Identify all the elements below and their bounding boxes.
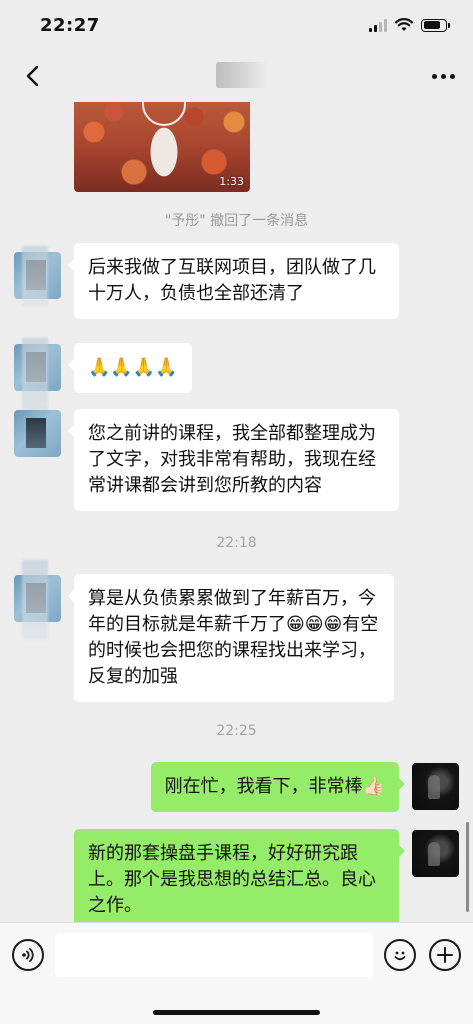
emoji-icon	[394, 951, 406, 961]
battery-icon	[421, 18, 450, 32]
home-indicator	[153, 1010, 320, 1015]
status-bar: 22:27	[0, 0, 473, 50]
message-timestamp: 22:25	[216, 723, 257, 739]
blur-overlay	[22, 560, 48, 640]
message-input[interactable]	[55, 933, 373, 977]
message-timestamp: 22:18	[216, 535, 257, 551]
sent-message-bubble[interactable]: 新的那套操盘手课程，好好研究跟上。那个是我思想的总结汇总。良心之作。	[74, 829, 405, 922]
my-avatar[interactable]	[412, 830, 459, 877]
more-dots-icon	[432, 73, 437, 79]
received-message-bubble[interactable]: 算是从负债累累做到了年薪百万，今年的目标就是年薪千万了😁😁😁有空的时候也会把您的…	[68, 574, 394, 702]
input-bar	[0, 922, 473, 1024]
received-message-bubble[interactable]: 您之前讲的课程，我全部都整理成为了文字，对我非常有帮助，我现在经常讲课都会讲到您…	[68, 409, 399, 511]
chevron-left-icon	[26, 65, 39, 87]
received-message-bubble[interactable]: 🙏🙏🙏🙏	[68, 343, 192, 393]
emoji-button[interactable]	[384, 939, 416, 971]
video-message[interactable]: 1:33	[74, 102, 250, 192]
contact-avatar[interactable]	[14, 410, 61, 457]
voice-icon	[22, 948, 34, 962]
wifi-icon	[395, 18, 413, 31]
voice-input-button[interactable]	[12, 939, 44, 971]
more-functions-button[interactable]	[429, 939, 461, 971]
plus-icon	[437, 947, 453, 963]
chat-message-list[interactable]: 1:33 "予彤" 撤回了一条消息 后来我做了互联网项目，团队做了几十万人，负债…	[0, 102, 473, 922]
blur-overlay	[22, 246, 48, 306]
status-time: 22:27	[40, 14, 100, 36]
status-icons	[369, 18, 450, 32]
cellular-signal-icon	[369, 18, 387, 32]
scrollbar[interactable]	[466, 822, 469, 912]
more-options-button[interactable]	[432, 66, 455, 87]
chat-title-blurred	[216, 62, 268, 88]
back-button[interactable]	[18, 62, 46, 90]
sent-message-bubble[interactable]: 刚在忙，我看下，非常棒👍🏻	[150, 762, 406, 812]
video-duration: 1:33	[219, 175, 244, 188]
chat-nav-bar	[0, 50, 473, 102]
my-avatar[interactable]	[412, 763, 459, 810]
play-icon	[142, 102, 186, 126]
received-message-bubble[interactable]: 后来我做了互联网项目，团队做了几十万人，负债也全部还清了	[68, 243, 399, 319]
recall-notice: "予彤" 撤回了一条消息	[164, 213, 309, 229]
